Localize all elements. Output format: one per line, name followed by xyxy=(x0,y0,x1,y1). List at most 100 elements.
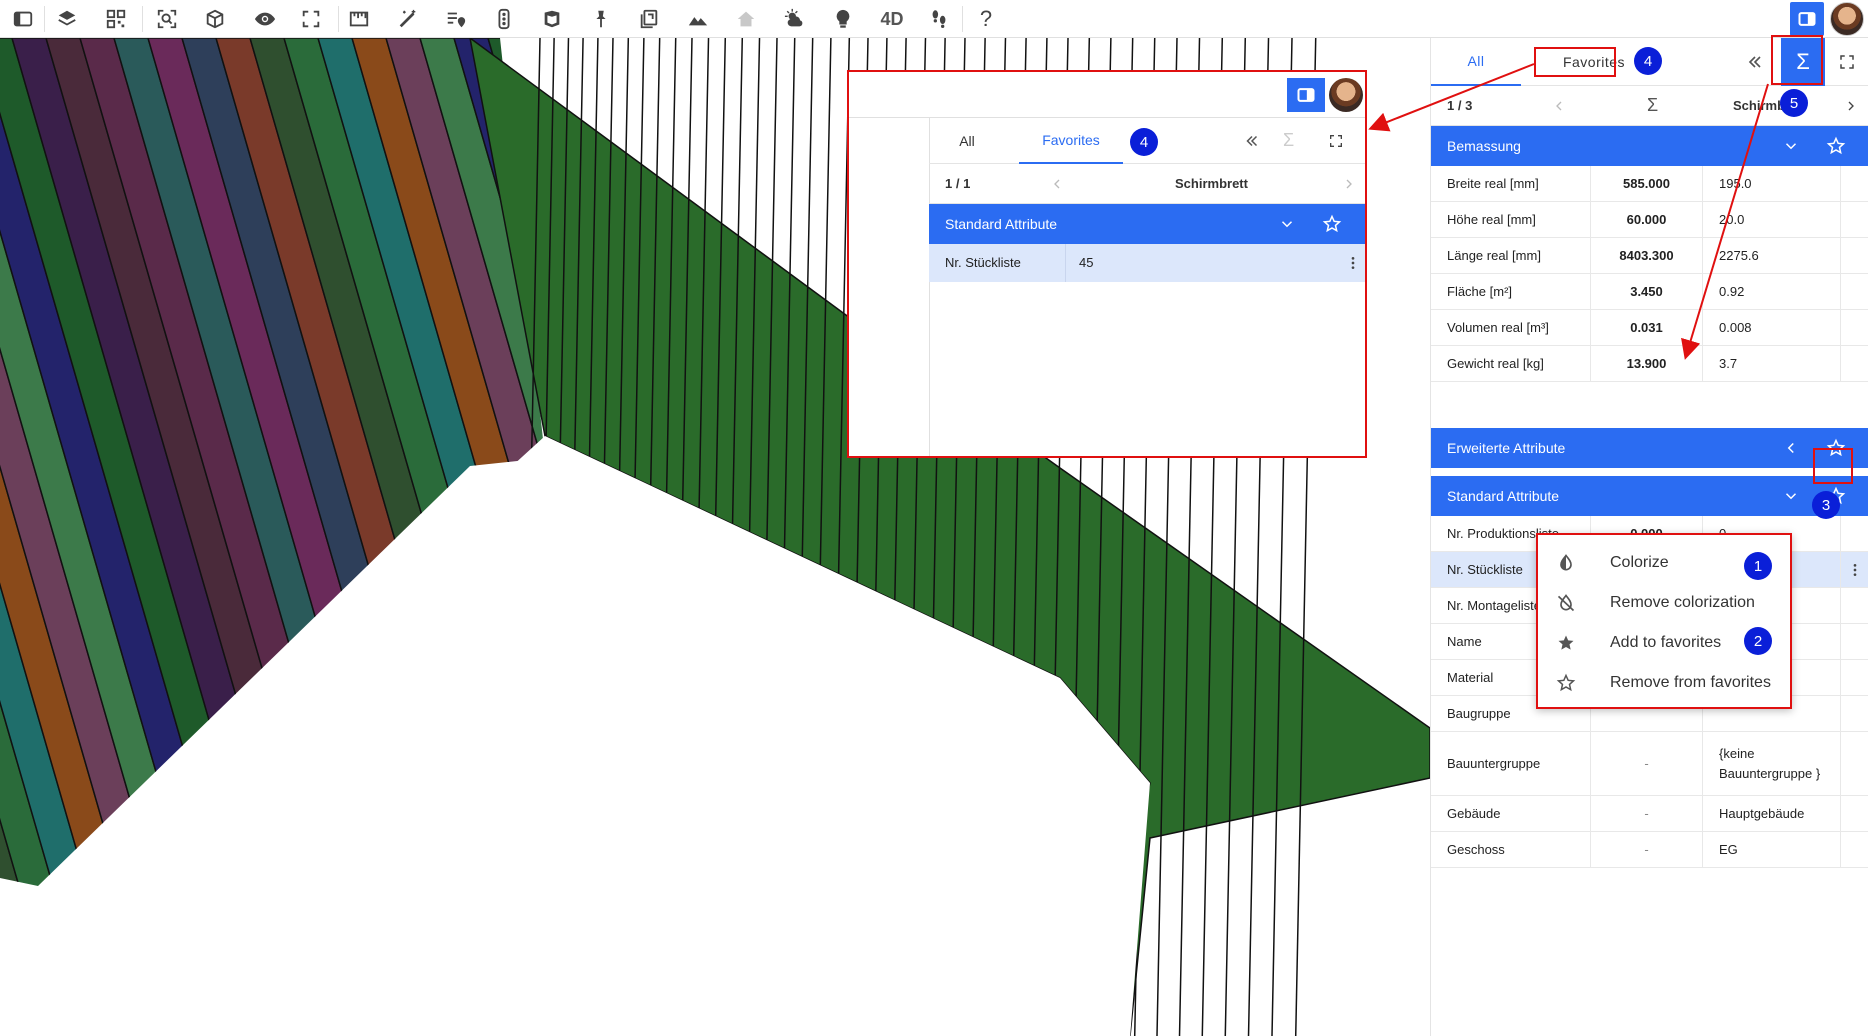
box-view-icon[interactable] xyxy=(200,4,230,34)
menu-label-colorize: Colorize xyxy=(1610,554,1669,571)
copy-icon[interactable] xyxy=(634,4,664,34)
inset-section-standard[interactable]: Standard Attribute xyxy=(929,204,1365,244)
badge-4-inset: 4 xyxy=(1130,128,1158,156)
star-outline-icon[interactable] xyxy=(1321,213,1343,235)
inset-tab-favorites[interactable]: Favorites xyxy=(1019,118,1123,164)
help-button[interactable]: ? xyxy=(971,4,1001,34)
row-sum: 3.450 xyxy=(1591,274,1703,309)
section-standard-title: Standard Attribute xyxy=(1447,488,1560,504)
section-erweiterte[interactable]: Erweiterte Attribute xyxy=(1431,428,1868,468)
table-row[interactable]: Höhe real [mm] 60.000 20.0 xyxy=(1431,202,1868,238)
table-row[interactable]: Gewicht real [kg] 13.900 3.7 xyxy=(1431,346,1868,382)
inset-row[interactable]: Nr. Stückliste 45 xyxy=(929,244,1365,282)
menu-item-remove-favorites[interactable]: Remove from favorites xyxy=(1538,663,1790,703)
section-bemassung[interactable]: Bemassung xyxy=(1431,126,1868,166)
section-box-icon[interactable] xyxy=(537,4,567,34)
home-icon[interactable] xyxy=(731,4,761,34)
table-row[interactable]: Länge real [mm] 8403.300 2275.6 xyxy=(1431,238,1868,274)
table-row[interactable]: Geschoss - EG xyxy=(1431,832,1868,868)
table-row[interactable]: Bauuntergruppe - {keine Bauuntergruppe } xyxy=(1431,732,1868,796)
chevron-down-icon[interactable] xyxy=(1781,136,1801,156)
row-value: 195.0 xyxy=(1703,166,1841,201)
row-label: Gewicht real [kg] xyxy=(1431,346,1591,381)
help-label: ? xyxy=(979,6,993,31)
row-value: {keine Bauuntergruppe } xyxy=(1703,732,1841,795)
star-outline-icon xyxy=(1556,673,1576,692)
next-item-icon[interactable] xyxy=(1339,174,1359,194)
zoom-fit-icon[interactable] xyxy=(152,4,182,34)
table-row[interactable]: Gebäude - Hauptgebäude xyxy=(1431,796,1868,832)
row-value: 3.7 xyxy=(1703,346,1841,381)
inset-sigma-icon: Σ xyxy=(1283,130,1295,150)
inset-row-label: Nr. Stückliste xyxy=(945,255,1021,270)
row-sum: 0.031 xyxy=(1591,310,1703,345)
tab-all[interactable]: All xyxy=(1431,38,1521,86)
row-label: Volumen real [m³] xyxy=(1431,310,1591,345)
row-sum: - xyxy=(1591,732,1703,795)
section-standard[interactable]: Standard Attribute xyxy=(1431,476,1868,516)
row-label: Bauuntergruppe xyxy=(1431,732,1591,795)
layers-icon[interactable] xyxy=(52,4,82,34)
terrain-icon[interactable] xyxy=(683,4,713,34)
top-toolbar: 4D ? xyxy=(0,0,1868,38)
fullscreen-icon[interactable] xyxy=(296,4,326,34)
badge-1: 1 xyxy=(1744,552,1772,580)
collapse-all-icon[interactable] xyxy=(1743,50,1767,74)
inset-row-value: 45 xyxy=(1079,255,1094,270)
chevron-left-icon[interactable] xyxy=(1781,438,1801,458)
sum-button-highlight xyxy=(1771,35,1823,85)
chevron-down-icon[interactable] xyxy=(1277,214,1297,234)
chevron-down-icon[interactable] xyxy=(1781,486,1801,506)
row-sum: 13.900 xyxy=(1591,346,1703,381)
table-row[interactable]: Breite real [mm] 585.000 195.0 xyxy=(1431,166,1868,202)
row-value: 0.92 xyxy=(1703,274,1841,309)
footsteps-icon[interactable] xyxy=(924,4,954,34)
star-outline-icon[interactable] xyxy=(1825,135,1847,157)
fullscreen-icon[interactable] xyxy=(1835,50,1859,74)
lightbulb-icon[interactable] xyxy=(828,4,858,34)
measure-icon[interactable] xyxy=(344,4,374,34)
favorites-tab-highlight xyxy=(1534,47,1616,77)
row-value: 0.008 xyxy=(1703,310,1841,345)
next-item-icon[interactable] xyxy=(1841,96,1861,116)
section-bemassung-title: Bemassung xyxy=(1447,138,1521,154)
inset-title: Schirmbrett xyxy=(1175,176,1248,191)
panel-toggle-button[interactable] xyxy=(1790,2,1824,36)
more-vert-icon[interactable] xyxy=(1845,560,1865,580)
sidebar-toggle-icon[interactable] xyxy=(8,4,38,34)
user-avatar[interactable] xyxy=(1830,2,1864,36)
table-row[interactable]: Volumen real [m³] 0.031 0.008 xyxy=(1431,310,1868,346)
table-row[interactable]: Fläche [m²] 3.450 0.92 xyxy=(1431,274,1868,310)
badge-5: 5 xyxy=(1780,89,1808,117)
row-sum: 60.000 xyxy=(1591,202,1703,237)
row-label: Geschoss xyxy=(1431,832,1591,867)
prev-item-icon[interactable] xyxy=(1549,96,1569,116)
sigma-label: Σ xyxy=(1647,95,1659,115)
magic-wand-icon[interactable] xyxy=(393,4,423,34)
inset-toolbar xyxy=(849,72,1365,118)
prev-item-icon[interactable] xyxy=(1047,174,1067,194)
traffic-light-icon[interactable] xyxy=(489,4,519,34)
more-vert-icon[interactable] xyxy=(1343,253,1363,273)
row-value: 2275.6 xyxy=(1703,238,1841,273)
fourd-button[interactable]: 4D xyxy=(873,4,911,34)
badge-3: 3 xyxy=(1812,491,1840,519)
remove-colorization-icon xyxy=(1557,594,1575,612)
fullscreen-icon[interactable] xyxy=(1325,130,1347,152)
weather-icon[interactable] xyxy=(780,4,810,34)
fourd-label: 4D xyxy=(880,8,904,29)
inset-panel-toggle[interactable] xyxy=(1287,78,1325,112)
inset-section-title: Standard Attribute xyxy=(945,216,1058,232)
menu-item-remove-colorization[interactable]: Remove colorization xyxy=(1538,583,1790,623)
collapse-all-icon[interactable] xyxy=(1241,130,1263,152)
row-value: EG xyxy=(1703,832,1841,867)
menu-label-remove-colorization: Remove colorization xyxy=(1610,594,1755,611)
row-label: Höhe real [mm] xyxy=(1431,202,1591,237)
star-button-highlight xyxy=(1813,448,1853,484)
pin-icon[interactable] xyxy=(586,4,616,34)
inset-tab-all[interactable]: All xyxy=(929,118,1005,164)
location-list-icon[interactable] xyxy=(441,4,471,34)
badge-4: 4 xyxy=(1634,47,1662,75)
visibility-icon[interactable] xyxy=(250,4,280,34)
qr-code-icon[interactable] xyxy=(101,4,131,34)
